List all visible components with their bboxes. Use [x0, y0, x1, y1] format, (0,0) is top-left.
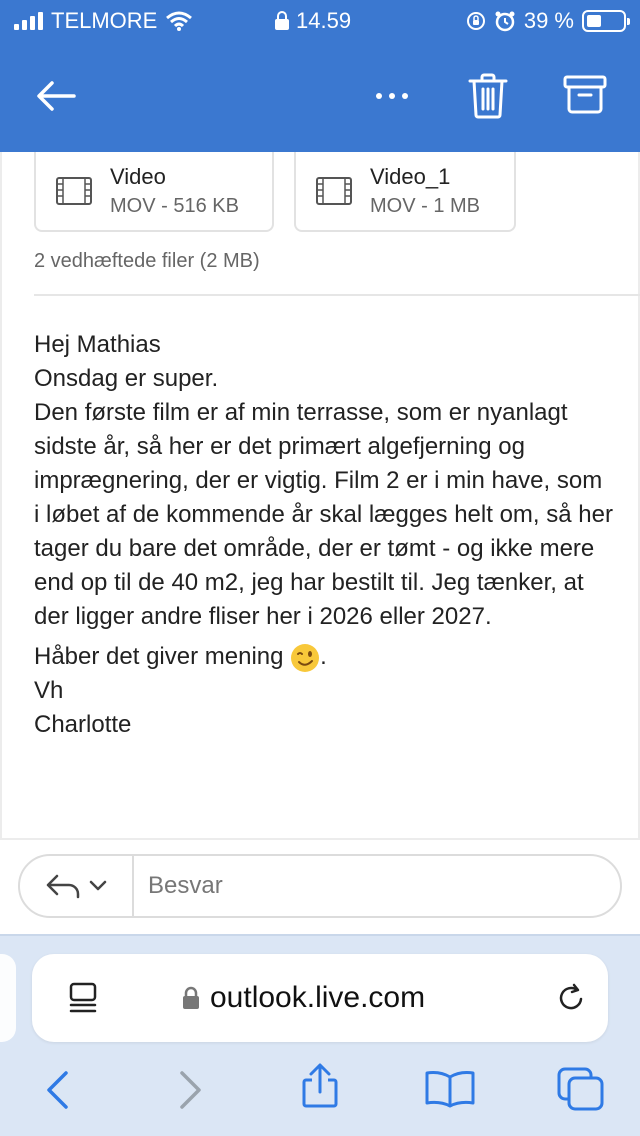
attachment-name: Video_1	[370, 163, 451, 189]
address-bar[interactable]: outlook.live.com	[32, 954, 608, 1042]
divider	[34, 294, 640, 296]
book-icon	[425, 1071, 475, 1108]
browser-forward-button[interactable]	[178, 1070, 204, 1115]
delete-button[interactable]	[464, 68, 512, 124]
reader-icon[interactable]	[68, 982, 98, 1019]
browser-back-button[interactable]	[44, 1070, 70, 1115]
status-center: 14.59	[274, 8, 351, 34]
chevron-right-icon	[180, 1071, 201, 1109]
battery-icon	[582, 10, 630, 32]
reply-bar: Besvar	[18, 854, 622, 918]
reply-icon	[46, 874, 80, 899]
attachments-list: Video MOV - 516 KB Video_1 MOV - 1 MB	[34, 152, 516, 232]
status-right: 39 %	[466, 8, 630, 34]
archive-button[interactable]	[560, 70, 610, 120]
chevron-down-icon	[89, 880, 107, 891]
attachment-meta: MOV - 516 KB	[110, 195, 239, 218]
trash-icon	[468, 73, 508, 119]
bookmarks-button[interactable]	[424, 1070, 476, 1113]
carrier-name: TELMORE	[51, 8, 158, 33]
attachments-summary: 2 vedhæftede filer (2 MB)	[34, 250, 260, 272]
email-signoff: Vh	[34, 677, 64, 704]
url-display: outlook.live.com	[182, 954, 425, 1042]
rotation-lock-icon	[466, 12, 485, 30]
email-greeting: Hej Mathias	[34, 331, 161, 358]
status-left: TELMORE	[14, 8, 193, 34]
tabs-icon	[557, 1067, 604, 1111]
previous-tab-peek	[0, 954, 16, 1042]
attachment-meta: MOV - 1 MB	[370, 195, 481, 218]
reload-icon	[559, 983, 583, 1010]
app-header: TELMORE 14.59 39 %	[0, 0, 640, 152]
arrow-left-icon	[37, 81, 76, 111]
video-file-icon	[56, 177, 92, 205]
browser-chrome: outlook.live.com	[0, 934, 640, 1136]
attachment-name: Video	[110, 163, 166, 189]
status-bar: TELMORE 14.59 39 %	[0, 0, 640, 42]
email-content: Video MOV - 516 KB Video_1 MOV - 1 MB 2 …	[0, 152, 640, 934]
email-closing: Håber det giver mening .	[34, 640, 614, 674]
clock: 14.59	[296, 8, 352, 33]
closing-punct: .	[320, 643, 327, 670]
email-body: Hej Mathias Onsdag er super. Den første …	[34, 328, 614, 742]
lock-icon	[183, 986, 199, 1009]
attachment-video-1[interactable]: Video_1 MOV - 1 MB	[294, 152, 516, 232]
email-signature: Charlotte	[34, 711, 132, 738]
video-file-icon	[316, 177, 352, 205]
toolbar	[0, 50, 640, 142]
reply-input[interactable]: Besvar	[134, 872, 223, 900]
wifi-icon	[166, 11, 193, 31]
archive-icon	[563, 75, 607, 114]
alarm-icon	[495, 11, 515, 32]
email-line: Onsdag er super.	[34, 365, 219, 392]
browser-nav	[0, 1056, 640, 1136]
url-text: outlook.live.com	[210, 981, 426, 1014]
back-button[interactable]	[30, 70, 82, 122]
share-icon	[302, 1063, 338, 1108]
signal-icon	[14, 12, 43, 30]
chevron-left-icon	[47, 1071, 68, 1109]
attachment-video[interactable]: Video MOV - 516 KB	[34, 152, 274, 232]
more-dots-icon	[376, 93, 408, 99]
share-button[interactable]	[300, 1062, 340, 1115]
email-paragraph: Den første film er af min terrasse, som …	[34, 399, 613, 630]
tabs-button[interactable]	[556, 1066, 606, 1117]
closing-text: Håber det giver mening	[34, 643, 284, 670]
page-format-icon	[69, 982, 97, 1013]
lock-icon	[275, 11, 289, 30]
reload-button[interactable]	[556, 982, 586, 1019]
battery-percentage: 39 %	[523, 8, 574, 33]
wink-emoji-icon	[291, 643, 320, 672]
more-button[interactable]	[368, 78, 416, 114]
reply-options-button[interactable]	[20, 856, 134, 916]
